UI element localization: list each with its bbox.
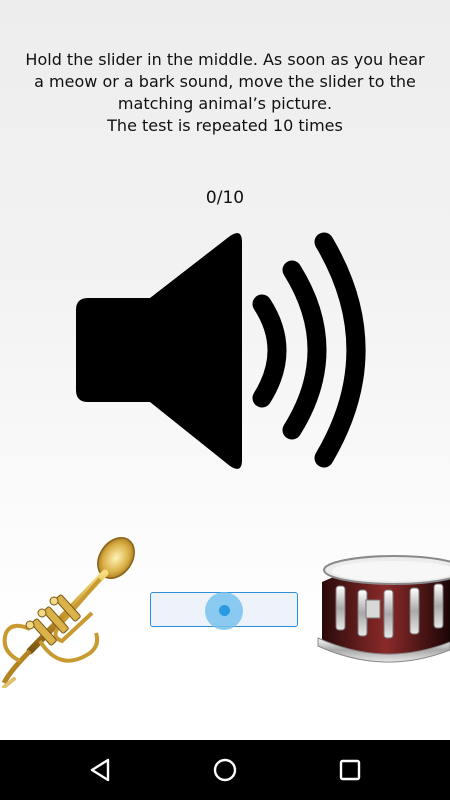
instructions-line-1: Hold the slider in the middle. As soon a… xyxy=(25,50,425,69)
progress-counter: 0/10 xyxy=(205,188,245,208)
snare-drum-image xyxy=(317,555,450,663)
instructions-line-3: matching animal’s picture. xyxy=(117,94,333,113)
trumpet-image xyxy=(1,537,135,688)
instructions-line-2: a meow or a bark sound, move the slider … xyxy=(34,72,416,91)
speaker-volume-icon[interactable] xyxy=(70,230,380,475)
recents-square-icon[interactable] xyxy=(334,754,366,786)
home-circle-icon[interactable] xyxy=(209,754,241,786)
slider-thumb[interactable] xyxy=(205,592,243,630)
back-triangle-icon[interactable] xyxy=(84,754,116,786)
hearing-test-screen: Hold the slider in the middle. As soon a… xyxy=(0,0,450,800)
slider-thumb-center xyxy=(219,605,230,616)
instructions-line-4: The test is repeated 10 times xyxy=(107,116,343,135)
instructions-text: Hold the slider in the middle. As soon a… xyxy=(10,49,440,137)
system-navigation-bar xyxy=(0,740,450,800)
